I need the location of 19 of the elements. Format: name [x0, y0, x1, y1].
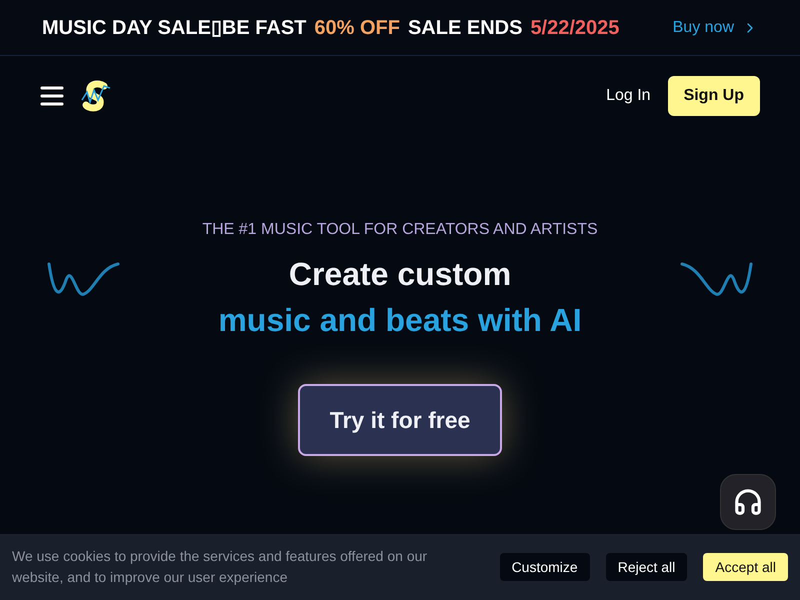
- cookie-message: We use cookies to provide the services and features offered on our website, and to improve our user experience: [12, 547, 428, 587]
- hero-subtitle: music and beats with AI: [218, 301, 582, 340]
- login-link[interactable]: Log In: [606, 84, 651, 108]
- menu-icon[interactable]: [40, 86, 64, 106]
- logo-icon[interactable]: [80, 80, 112, 112]
- hero-title: Create custom: [288, 255, 512, 294]
- cookie-button[interactable]: Customize: [500, 553, 590, 581]
- promo-text: 60% OFF: [314, 16, 400, 40]
- sign-up-button[interactable]: Sign Up: [668, 76, 760, 116]
- try-free-button[interactable]: Try it for free: [298, 384, 502, 456]
- promo-text: SALE ENDS: [408, 16, 522, 40]
- cookie-button[interactable]: Reject all: [606, 553, 688, 581]
- promo-text: 5/22/2025: [530, 16, 620, 40]
- buy-now-link[interactable]: Buy now: [672, 16, 758, 40]
- support-button[interactable]: [720, 474, 776, 530]
- promo-text: MUSIC DAY SALE▯BE FAST: [42, 16, 306, 40]
- headset-icon: [733, 487, 763, 517]
- cookie-button[interactable]: Accept all: [703, 553, 788, 581]
- tagline: THE #1 MUSIC TOOL FOR CREATORS AND ARTISTS: [202, 220, 598, 240]
